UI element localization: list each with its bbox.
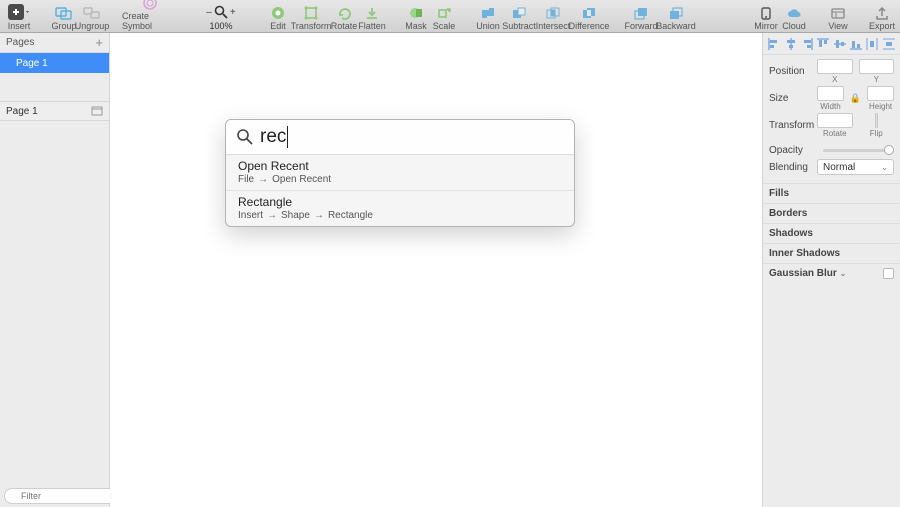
distribute-v-icon[interactable] bbox=[882, 37, 896, 51]
export-icon bbox=[875, 6, 889, 20]
blending-label: Blending bbox=[769, 162, 817, 173]
runner-palette: rec Open Recent File→Open Recent Rectang… bbox=[225, 119, 575, 227]
backward-icon bbox=[668, 6, 684, 20]
rotate-input[interactable] bbox=[817, 113, 853, 128]
view-button[interactable]: View bbox=[824, 6, 852, 32]
canvas[interactable]: rec Open Recent File→Open Recent Rectang… bbox=[110, 33, 762, 507]
width-input[interactable] bbox=[817, 86, 844, 101]
difference-icon bbox=[581, 6, 597, 20]
mask-icon bbox=[409, 6, 423, 20]
intersect-icon bbox=[545, 6, 561, 20]
current-page-row[interactable]: Page 1 bbox=[0, 101, 109, 121]
edit-button[interactable]: Edit bbox=[264, 6, 292, 32]
align-left-icon[interactable] bbox=[767, 37, 781, 51]
rotate-icon bbox=[337, 6, 351, 20]
artboard-icon bbox=[91, 106, 103, 116]
difference-button[interactable]: Difference bbox=[570, 6, 608, 32]
section-fills[interactable]: Fills bbox=[763, 183, 900, 203]
mirror-icon bbox=[759, 6, 773, 20]
page-row[interactable]: Page 1 bbox=[0, 53, 109, 73]
view-icon bbox=[830, 6, 846, 20]
flatten-button[interactable]: Flatten bbox=[358, 6, 386, 32]
runner-item-title: Rectangle bbox=[238, 195, 562, 209]
export-button[interactable]: Export bbox=[868, 6, 896, 32]
align-hcenter-icon[interactable] bbox=[784, 37, 798, 51]
layers-list bbox=[0, 121, 109, 485]
runner-input[interactable]: rec bbox=[260, 126, 286, 148]
mirror-button[interactable]: Mirror bbox=[752, 6, 780, 32]
cloud-button[interactable]: Cloud bbox=[780, 6, 808, 32]
align-vcenter-icon[interactable] bbox=[833, 37, 847, 51]
filter-row: 0 bbox=[0, 485, 109, 507]
intersect-button[interactable]: Intersect bbox=[536, 6, 570, 32]
align-bottom-icon[interactable] bbox=[849, 37, 863, 51]
runner-results: Open Recent File→Open Recent Rectangle I… bbox=[226, 155, 574, 226]
transform-label: Transform bbox=[769, 120, 817, 131]
forward-button[interactable]: Forward bbox=[624, 6, 658, 32]
lock-aspect-icon[interactable]: 🔒 bbox=[850, 93, 861, 104]
right-inspector: Position X Y Size Width 🔒 Height Transfo… bbox=[762, 33, 900, 507]
edit-icon bbox=[271, 6, 285, 20]
scale-button[interactable]: Scale bbox=[430, 6, 458, 32]
subtract-icon bbox=[511, 6, 527, 20]
add-page-button[interactable]: + bbox=[95, 38, 103, 48]
distribute-h-icon[interactable] bbox=[865, 37, 879, 51]
zoom-control[interactable]: – + 100% bbox=[194, 5, 248, 32]
ungroup-icon bbox=[83, 6, 101, 20]
zoom-in-button[interactable]: + bbox=[230, 7, 236, 18]
current-page-label: Page 1 bbox=[6, 106, 38, 117]
top-toolbar: Insert Group Ungroup Create Symbol – + 1… bbox=[0, 0, 900, 33]
transform-icon bbox=[304, 6, 318, 20]
runner-item[interactable]: Rectangle Insert→Shape→Rectangle bbox=[226, 191, 574, 226]
align-top-icon[interactable] bbox=[816, 37, 830, 51]
transform-button[interactable]: Transform bbox=[292, 6, 330, 32]
align-row bbox=[763, 33, 900, 55]
position-x-input[interactable] bbox=[817, 59, 853, 74]
blending-select[interactable]: Normal ⌄ bbox=[817, 159, 894, 175]
mask-button[interactable]: Mask bbox=[402, 6, 430, 32]
union-button[interactable]: Union bbox=[474, 6, 502, 32]
magnifier-icon bbox=[214, 5, 228, 19]
runner-item-path: Insert→Shape→Rectangle bbox=[238, 210, 562, 221]
opacity-slider[interactable] bbox=[823, 149, 894, 152]
section-shadows[interactable]: Shadows bbox=[763, 223, 900, 243]
symbol-icon bbox=[142, 0, 158, 10]
page-name: Page 1 bbox=[16, 58, 48, 69]
rotate-button[interactable]: Rotate bbox=[330, 6, 358, 32]
zoom-value: 100% bbox=[209, 21, 232, 31]
cloud-icon bbox=[786, 6, 802, 20]
create-symbol-button[interactable]: Create Symbol bbox=[122, 0, 178, 32]
height-input[interactable] bbox=[867, 86, 894, 101]
flatten-icon bbox=[365, 6, 379, 20]
runner-item-title: Open Recent bbox=[238, 159, 562, 173]
size-label: Size bbox=[769, 93, 817, 104]
zoom-out-button[interactable]: – bbox=[206, 7, 212, 18]
runner-search-row: rec bbox=[226, 120, 574, 155]
pages-label: Pages bbox=[6, 37, 34, 48]
group-icon bbox=[55, 6, 73, 20]
insert-menu[interactable]: Insert bbox=[4, 4, 34, 32]
runner-item-path: File→Open Recent bbox=[238, 174, 562, 185]
section-borders[interactable]: Borders bbox=[763, 203, 900, 223]
flip-h-button[interactable] bbox=[876, 114, 877, 127]
subtract-button[interactable]: Subtract bbox=[502, 6, 536, 32]
union-icon bbox=[480, 6, 496, 20]
left-sidebar: Pages + Page 1 Page 1 0 bbox=[0, 33, 110, 507]
position-y-input[interactable] bbox=[859, 59, 895, 74]
align-right-icon[interactable] bbox=[800, 37, 814, 51]
section-gaussian-blur[interactable]: Gaussian Blur ⌄ bbox=[763, 263, 900, 283]
section-inner-shadows[interactable]: Inner Shadows bbox=[763, 243, 900, 263]
opacity-label: Opacity bbox=[769, 145, 817, 156]
runner-item[interactable]: Open Recent File→Open Recent bbox=[226, 155, 574, 191]
position-label: Position bbox=[769, 66, 817, 77]
blur-checkbox[interactable] bbox=[883, 268, 894, 279]
ungroup-button[interactable]: Ungroup bbox=[78, 6, 106, 32]
search-icon bbox=[236, 128, 254, 146]
backward-button[interactable]: Backward bbox=[658, 6, 694, 32]
scale-icon bbox=[437, 6, 451, 20]
forward-icon bbox=[633, 6, 649, 20]
pages-header: Pages + bbox=[0, 33, 109, 53]
